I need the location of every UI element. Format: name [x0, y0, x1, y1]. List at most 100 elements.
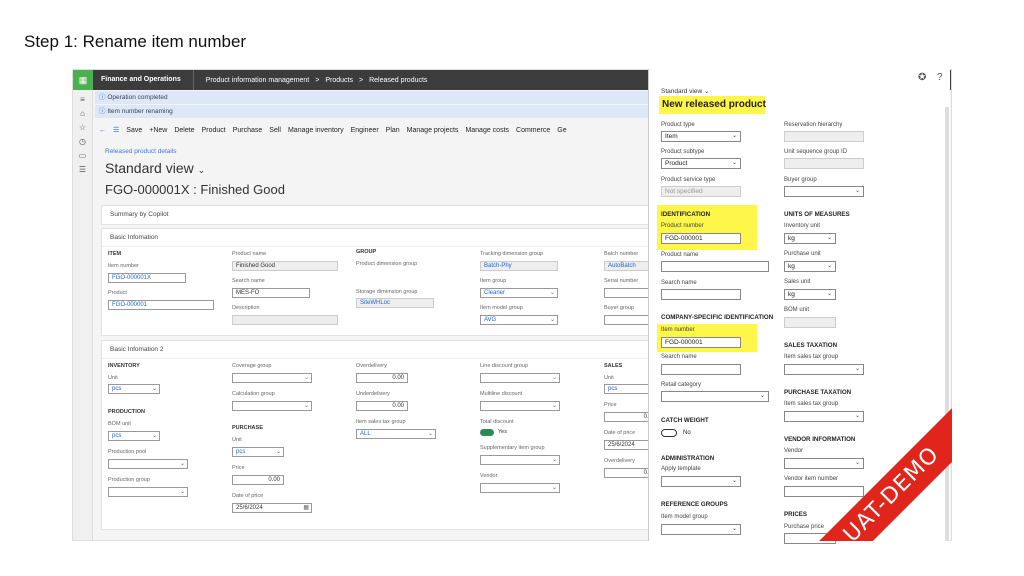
chevron-down-icon: ⌄ — [179, 461, 185, 467]
delete-button[interactable]: Delete — [174, 127, 194, 134]
field-label: BOM unit — [108, 421, 131, 427]
section-title[interactable]: Basic Infomation 2 — [102, 341, 656, 359]
select-value: Product — [665, 160, 688, 167]
chevron-down-icon: ⌄ — [197, 165, 206, 175]
view-selector[interactable]: Standard view ⌄ — [105, 160, 205, 176]
scrollbar[interactable] — [945, 107, 949, 541]
product-subtype-select[interactable]: Product ⌄ — [661, 158, 741, 169]
menu-icon[interactable]: ☰ — [113, 126, 119, 134]
tab-manage-inventory[interactable]: Manage inventory — [288, 127, 344, 134]
save-button[interactable]: Save — [126, 127, 142, 134]
product-name-field[interactable] — [661, 261, 769, 272]
purchase-date-field[interactable]: 25/6/2024 ▦ — [232, 503, 312, 513]
list-icon[interactable]: ☰ — [73, 165, 92, 174]
section-title[interactable]: Basic Infomation — [102, 229, 656, 247]
tab-ge[interactable]: Ge — [557, 127, 566, 134]
group-label: PURCHASE TAXATION — [784, 389, 852, 396]
calculation-group-select[interactable]: ⌄ — [232, 401, 312, 411]
workspace-icon[interactable]: ▭ — [73, 151, 92, 160]
chevron-down-icon: ⌄ — [549, 290, 555, 296]
copilot-icon[interactable]: ✪ — [918, 72, 926, 83]
product-name-field[interactable]: Finished Good — [232, 261, 338, 271]
chevron-down-icon: ⌄ — [854, 460, 860, 466]
item-sales-tax-select[interactable]: ALL ⌄ — [356, 429, 436, 439]
sales-tax-group-select[interactable]: ⌄ — [784, 364, 864, 375]
crumb-released[interactable]: Released products — [369, 77, 427, 84]
supplementary-item-select[interactable]: ⌄ — [480, 455, 560, 465]
apply-template-select[interactable]: ⌄ — [661, 476, 741, 487]
tab-manage-projects[interactable]: Manage projects — [407, 127, 459, 134]
line-discount-select[interactable]: ⌄ — [480, 373, 560, 383]
group-label: ADMINISTRATION — [661, 455, 715, 462]
help-icon[interactable]: ? — [937, 72, 943, 83]
vendor-select[interactable]: ⌄ — [784, 458, 864, 469]
overdelivery-field[interactable]: 0.00 — [356, 373, 408, 383]
item-group-select[interactable]: Cleaner ⌄ — [480, 288, 558, 298]
search-name-field[interactable]: MES-FO — [232, 288, 310, 298]
crumb-products[interactable]: Products — [325, 77, 353, 84]
product-type-select[interactable]: Item ⌄ — [661, 131, 741, 142]
view-selector[interactable]: Standard view ⌄ — [661, 87, 709, 95]
purchase-unit-select[interactable]: pcs ⌄ — [232, 447, 284, 457]
field-label: Product dimension group — [356, 261, 418, 267]
chevron-down-icon: ⌄ — [731, 526, 737, 532]
app-name[interactable]: Finance and Operations — [93, 70, 194, 90]
tab-commerce[interactable]: Commerce — [516, 127, 550, 134]
purchase-price-field[interactable]: 0.00 — [232, 475, 284, 485]
storage-dimension-field[interactable]: SiteWHLoc — [356, 298, 434, 308]
purchase-tax-group-select[interactable]: ⌄ — [784, 411, 864, 422]
coverage-group-select[interactable]: ⌄ — [232, 373, 312, 383]
home-icon[interactable]: ⌂ — [73, 109, 92, 118]
calendar-icon[interactable]: ▦ — [303, 504, 309, 512]
underdelivery-field[interactable]: 0.00 — [356, 401, 408, 411]
star-icon[interactable]: ☆ — [73, 123, 92, 132]
catch-weight-toggle[interactable] — [661, 429, 677, 437]
tab-product[interactable]: Product — [202, 127, 226, 134]
field-label: Unit — [232, 437, 242, 443]
tab-purchase[interactable]: Purchase — [233, 127, 263, 134]
bom-unit-select[interactable]: pcs ⌄ — [108, 431, 160, 441]
tab-sell[interactable]: Sell — [269, 127, 281, 134]
buyer-group-select[interactable]: ⌄ — [784, 186, 864, 197]
clock-icon[interactable]: ◷ — [73, 137, 92, 146]
new-button[interactable]: +New — [149, 127, 167, 134]
nav-rail: ≡ ⌂ ☆ ◷ ▭ ☰ — [73, 90, 93, 540]
multiline-discount-select[interactable]: ⌄ — [480, 401, 560, 411]
retail-category-select[interactable]: ⌄ — [661, 391, 769, 402]
total-discount-toggle[interactable] — [480, 429, 494, 436]
field-label: Description — [232, 305, 260, 311]
group-label: GROUP — [356, 249, 377, 255]
vendor-select[interactable]: ⌄ — [480, 483, 560, 493]
production-group-select[interactable]: ⌄ — [108, 487, 188, 497]
field-label: Purchase unit — [784, 251, 821, 257]
tab-plan[interactable]: Plan — [386, 127, 400, 134]
hamburger-icon[interactable]: ≡ — [73, 95, 92, 104]
crumb-pim[interactable]: Product information management — [206, 77, 310, 84]
tab-manage-costs[interactable]: Manage costs — [465, 127, 509, 134]
item-number-field[interactable]: FGD-000001 — [661, 337, 741, 348]
item-number-field[interactable]: FGO-000001X — [108, 273, 186, 283]
field-label: Product name — [661, 252, 699, 258]
item-model-group-select[interactable]: ⌄ — [661, 524, 741, 535]
purchase-unit-select[interactable]: kg ⌄ — [784, 261, 836, 272]
unit-select[interactable]: pcs ⌄ — [108, 384, 160, 394]
waffle-icon[interactable]: ▦ — [73, 70, 93, 90]
item-model-group-select[interactable]: AVG ⌄ — [480, 315, 558, 325]
purchase-price-field[interactable] — [784, 533, 836, 544]
production-pool-select[interactable]: ⌄ — [108, 459, 188, 469]
tab-engineer[interactable]: Engineer — [351, 127, 379, 134]
summary-panel[interactable]: Summary by Copilot — [101, 205, 657, 225]
tracking-dimension-field[interactable]: Batch-Phy — [480, 261, 558, 271]
inventory-unit-select[interactable]: kg ⌄ — [784, 233, 836, 244]
back-icon[interactable]: ← — [99, 127, 106, 134]
description-field[interactable] — [232, 315, 338, 325]
unit-sequence-field — [784, 158, 864, 169]
search-name-field-2[interactable] — [661, 364, 741, 375]
product-number-field[interactable]: FGD-000001 — [661, 233, 741, 244]
sales-unit-select[interactable]: kg ⌄ — [784, 289, 836, 300]
group-label: IDENTIFICATION — [661, 211, 711, 218]
search-name-field[interactable] — [661, 289, 741, 300]
field-label: Production pool — [108, 449, 147, 455]
vendor-item-number-field[interactable] — [784, 486, 864, 497]
product-field[interactable]: FGO-000001 — [108, 300, 214, 310]
